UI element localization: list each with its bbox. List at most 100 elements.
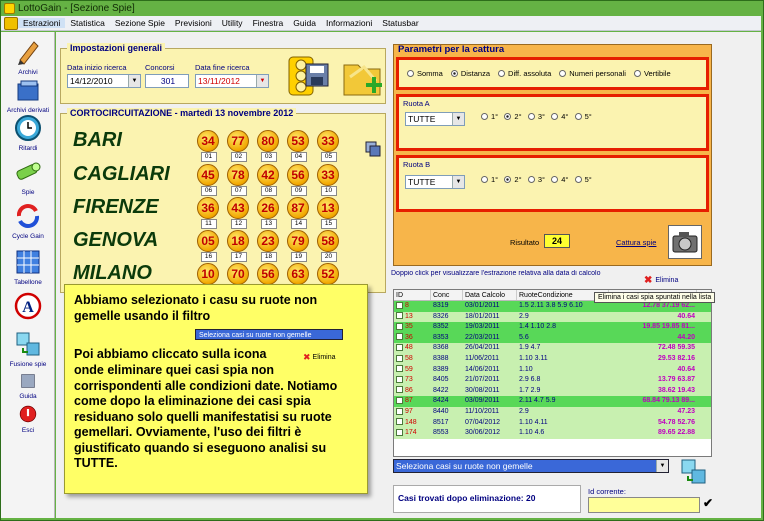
col-conc[interactable]: Conc: [431, 290, 463, 300]
ball-position: 19: [290, 252, 307, 262]
menu-estrazioni[interactable]: Estrazioni: [18, 18, 66, 28]
menu-statusbar[interactable]: Statusbar: [377, 18, 423, 28]
table-row[interactable]: 174 8553 30/06/2012 1.10 4.6 89.65 22.88: [394, 428, 711, 439]
lotto-ball: 13 15: [317, 197, 340, 229]
row-checkbox[interactable]: [396, 397, 403, 404]
table-row[interactable]: 48 8368 26/04/2011 1.9 4.7 72.48 59.35: [394, 343, 711, 354]
row-checkbox[interactable]: [396, 312, 403, 320]
table-row[interactable]: 58 8388 11/06/2011 1.10 3.11 29.53 82.16: [394, 353, 711, 365]
table-row[interactable]: 59 8389 14/06/2011 1.10 40.64: [394, 364, 711, 376]
ruota-a-select[interactable]: TUTTE ▼: [405, 112, 465, 126]
row-id-cell: 58: [394, 354, 431, 365]
cycle-gain-button[interactable]: Cycle Gain: [3, 202, 53, 240]
chevron-down-icon: ▼: [128, 75, 140, 87]
folder-add-icon[interactable]: [342, 55, 384, 99]
ritardi-button[interactable]: Ritardi: [3, 114, 53, 152]
filter-select[interactable]: Seleziona casi su ruote non gemelle ▼: [393, 459, 669, 473]
col-id[interactable]: ID: [394, 290, 431, 300]
row-checkbox[interactable]: [396, 301, 403, 309]
save-disk-icon[interactable]: [305, 63, 329, 87]
radio-icon: [559, 70, 567, 77]
copy-icon[interactable]: [365, 141, 381, 157]
row-checkbox[interactable]: [396, 428, 403, 436]
id-corrente-label: Id corrente:: [588, 487, 626, 496]
mode-vertibile-radio[interactable]: Vertibile: [633, 69, 671, 78]
concorsi-field[interactable]: 301: [145, 74, 189, 88]
ruota-a-pos-5[interactable]: 5°: [574, 112, 592, 121]
menu-informazioni[interactable]: Informazioni: [321, 18, 377, 28]
menu-sezione-spie[interactable]: Sezione Spie: [110, 18, 170, 28]
row-checkbox[interactable]: [396, 375, 403, 383]
table-row[interactable]: 73 8405 21/07/2011 2.9 6.8 13.79 63.87: [394, 375, 711, 386]
row-nums-cell: 40.64: [677, 312, 695, 320]
guida-button[interactable]: Guida: [3, 372, 53, 400]
menu-guida[interactable]: Guida: [288, 18, 321, 28]
table-row[interactable]: 148 8517 07/04/2012 1.10 4.11 54.78 52.76: [394, 417, 711, 429]
chevron-down-icon: ▼: [452, 176, 464, 188]
ruota-a-pos-2[interactable]: 2°: [504, 112, 522, 121]
menu-utility[interactable]: Utility: [217, 18, 248, 28]
tabellone-button[interactable]: Tabellone: [3, 248, 53, 286]
confirm-check-icon[interactable]: ✔: [703, 496, 713, 510]
row-conc-cell: 8424: [433, 397, 449, 405]
risultato-field[interactable]: 24: [544, 234, 570, 248]
ruota-a-pos-3[interactable]: 3°: [527, 112, 545, 121]
mode-somma-radio[interactable]: Somma: [407, 69, 443, 78]
ruota-b-pos-4[interactable]: 4°: [551, 175, 568, 184]
elimina-tooltip: Elimina i casi spia spuntati nella lista: [594, 292, 716, 303]
menu-finestra[interactable]: Finestra: [248, 18, 289, 28]
row-checkbox[interactable]: [396, 322, 403, 330]
row-checkbox[interactable]: [396, 365, 403, 373]
apply-filter-icon[interactable]: [680, 458, 708, 486]
row-data-cell: 11/10/2011: [465, 407, 499, 415]
ball-value: 33: [317, 130, 339, 152]
menu-previsioni[interactable]: Previsioni: [170, 18, 217, 28]
ball-value: 79: [287, 230, 309, 252]
ruota-b-select[interactable]: TUTTE ▼: [405, 175, 465, 189]
id-corrente-field[interactable]: [588, 497, 700, 513]
parametri-title: Parametri per la cattura: [398, 44, 505, 55]
elimina-button[interactable]: ✖ Elimina: [644, 275, 678, 286]
mode-numeri-personali-radio[interactable]: Numeri personali: [559, 69, 626, 78]
mode-distanza-radio[interactable]: Distanza: [450, 69, 490, 78]
table-row[interactable]: 13 8326 18/01/2011 2.9 40.64: [394, 311, 711, 323]
row-checkbox[interactable]: [396, 386, 403, 394]
table-row[interactable]: 87 8424 03/09/2011 2.11 4.7 5.9 68.84 79.13 …: [394, 396, 711, 407]
table-row[interactable]: 36 8353 22/03/2011 5.6 44.20: [394, 332, 711, 344]
cattura-spie-button[interactable]: [668, 225, 702, 259]
ruota-b-pos-5[interactable]: 5°: [574, 175, 592, 184]
row-checkbox[interactable]: [396, 344, 403, 352]
row-checkbox[interactable]: [396, 418, 403, 426]
fusione-spie-button[interactable]: Fusione spie: [3, 330, 53, 368]
archivi-button[interactable]: Archivi: [3, 38, 53, 76]
ruota-a-pos-1[interactable]: 1°: [481, 112, 498, 121]
menu-statistica[interactable]: Statistica: [65, 18, 110, 28]
mode-radio-group: Somma Distanza Diff. assoluta Numeri per…: [396, 57, 709, 90]
ruota-a-label: Ruota A: [403, 99, 430, 108]
row-nums-cell: 54.78 52.76: [658, 418, 695, 426]
mode-diff-assoluta-radio[interactable]: Diff. assoluta: [498, 69, 551, 78]
mdi-child-icon[interactable]: [4, 16, 18, 30]
col-data-calcolo[interactable]: Data Calcolo: [463, 290, 517, 300]
lotto-ball: 56: [257, 263, 280, 285]
letter-a-button[interactable]: A: [3, 292, 53, 322]
spie-button[interactable]: Spie: [3, 158, 53, 196]
table-row[interactable]: 35 8352 19/03/2011 1.4 1.10 2.8 19.85 19.85 …: [394, 322, 711, 333]
row-checkbox[interactable]: [396, 407, 403, 415]
archivi-derivati-button[interactable]: Archivi derivati: [3, 76, 53, 114]
esci-button[interactable]: Esci: [3, 404, 53, 434]
table-row[interactable]: 86 8422 30/08/2011 1.7 2.9 38.62 19.43: [394, 385, 711, 397]
table-row[interactable]: 97 8440 11/10/2011 2.9 47.23: [394, 406, 711, 418]
data-inizio-field[interactable]: 14/12/2010 ▼: [67, 74, 141, 88]
row-checkbox[interactable]: [396, 333, 403, 341]
ruota-a-pos-4[interactable]: 4°: [551, 112, 568, 121]
data-fine-field[interactable]: 13/11/2012 ▼: [195, 74, 269, 88]
ruota-b-pos-2[interactable]: 2°: [504, 175, 522, 184]
ruota-b-pos-1[interactable]: 1°: [481, 175, 498, 184]
ball-position: 03: [260, 152, 277, 162]
row-conc-cell: 8326: [433, 312, 449, 320]
row-checkbox[interactable]: [396, 354, 403, 362]
cattura-spie-link[interactable]: Cattura spie: [616, 238, 656, 247]
ball-position: 18: [260, 252, 277, 262]
ruota-b-pos-3[interactable]: 3°: [527, 175, 545, 184]
